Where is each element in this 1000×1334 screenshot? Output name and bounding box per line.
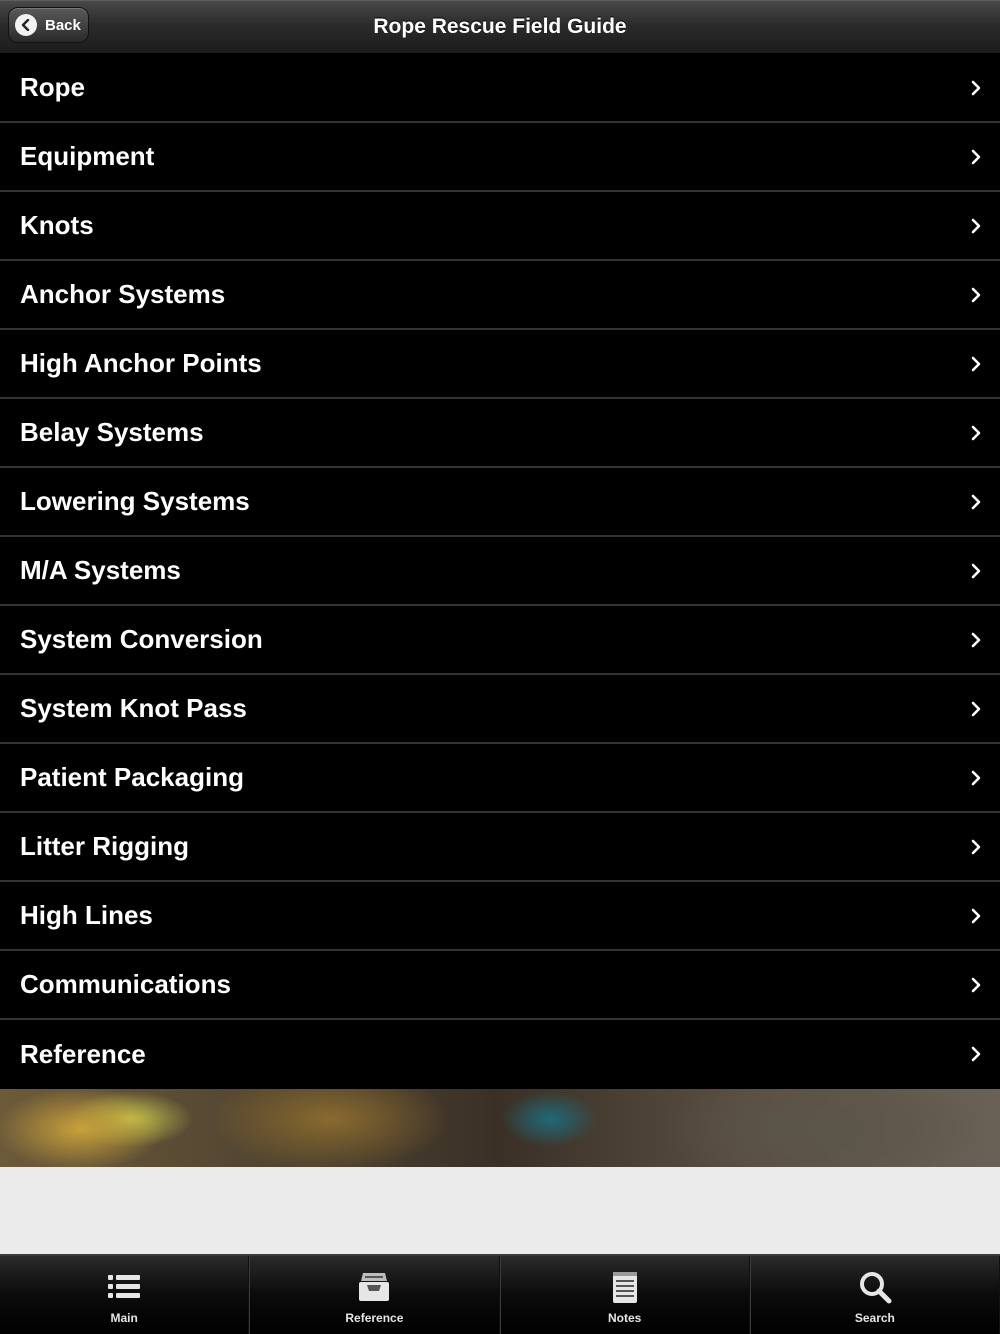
chevron-right-icon (971, 908, 981, 923)
list-item-label: High Lines (20, 900, 153, 930)
list-item-communications[interactable]: Communications (0, 951, 1000, 1020)
chevron-right-icon (971, 770, 981, 785)
list-item-label: Litter Rigging (20, 831, 189, 861)
list-item-litter-rigging[interactable]: Litter Rigging (0, 813, 1000, 882)
list-item-label: Anchor Systems (20, 279, 226, 309)
empty-content-area (0, 1167, 1000, 1254)
chevron-right-icon (971, 149, 981, 164)
page-title: Rope Rescue Field Guide (373, 15, 627, 38)
list-item-label: High Anchor Points (20, 348, 262, 378)
chevron-right-icon (971, 494, 981, 509)
tab-reference[interactable]: Reference (249, 1256, 500, 1334)
list-icon (108, 1275, 141, 1298)
list-item-belay-systems[interactable]: Belay Systems (0, 399, 1000, 468)
list-item-label: Belay Systems (20, 417, 204, 447)
list-item-label: Patient Packaging (20, 762, 244, 792)
chevron-right-icon (971, 839, 981, 854)
tab-search[interactable]: Search (749, 1256, 1000, 1334)
list-item-label: Lowering Systems (20, 486, 250, 516)
chevron-right-icon (971, 80, 981, 95)
list-item-high-lines[interactable]: High Lines (0, 882, 1000, 951)
chevron-right-icon (971, 356, 981, 371)
list-item-label: Equipment (20, 141, 155, 171)
chevron-right-icon (971, 701, 981, 716)
chevron-right-icon (971, 287, 981, 302)
tab-notes[interactable]: Notes (499, 1256, 750, 1334)
tab-label: Search (854, 1311, 895, 1325)
chevron-right-icon (971, 632, 981, 647)
list-item-anchor-systems[interactable]: Anchor Systems (0, 261, 1000, 330)
list-item-label: System Conversion (20, 624, 263, 654)
magnifier-icon (859, 1272, 892, 1304)
inbox-tray-icon (359, 1273, 390, 1301)
list-item-equipment[interactable]: Equipment (0, 123, 1000, 192)
list-item-patient-packaging[interactable]: Patient Packaging (0, 744, 1000, 813)
list-item-reference[interactable]: Reference (0, 1020, 1000, 1088)
list-item-lowering-systems[interactable]: Lowering Systems (0, 468, 1000, 537)
tab-main[interactable]: Main (0, 1256, 250, 1334)
list-item-label: Knots (20, 210, 94, 240)
list-item-high-anchor-points[interactable]: High Anchor Points (0, 330, 1000, 399)
tab-label: Reference (345, 1311, 404, 1325)
chevron-right-icon (971, 977, 981, 992)
chevron-right-icon (971, 425, 981, 440)
list-item-knots[interactable]: Knots (0, 192, 1000, 261)
topic-list: Rope Equipment Knots Anchor Systems High… (0, 54, 1000, 1088)
list-item-system-conversion[interactable]: System Conversion (0, 606, 1000, 675)
list-item-ma-systems[interactable]: M/A Systems (0, 537, 1000, 606)
list-item-rope[interactable]: Rope (0, 54, 1000, 123)
tab-bar: Main Reference Notes Search (0, 1254, 1000, 1334)
list-item-label: System Knot Pass (20, 693, 247, 723)
tab-label: Notes (607, 1311, 642, 1325)
list-item-label: M/A Systems (20, 555, 181, 585)
chevron-right-icon (971, 1046, 981, 1062)
chevron-right-icon (971, 563, 981, 578)
navigation-bar: Back Rope Rescue Field Guide (0, 0, 1000, 54)
tab-label: Main (110, 1311, 138, 1325)
list-item-system-knot-pass[interactable]: System Knot Pass (0, 675, 1000, 744)
list-item-label: Communications (20, 969, 231, 999)
list-item-label: Rope (20, 72, 85, 102)
list-item-label: Reference (20, 1038, 146, 1069)
notepad-icon (612, 1272, 637, 1303)
chevron-right-icon (971, 218, 981, 233)
background-photo (0, 1089, 1000, 1167)
